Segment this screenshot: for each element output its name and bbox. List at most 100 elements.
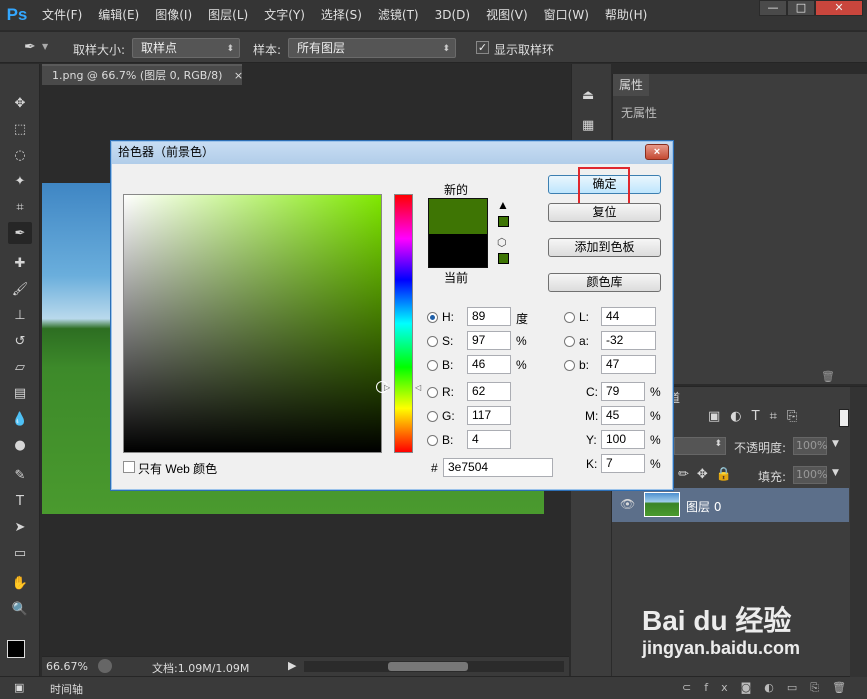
menu-3d[interactable]: 3D(D) [427,0,478,30]
color-libraries-button[interactable]: 颜色库 [548,273,661,292]
sample-select[interactable]: 所有图层 ⬍ [288,38,456,58]
gamut-warning-icon[interactable]: ▲ [497,198,509,212]
hue-slider[interactable] [394,194,413,453]
gamut-color-swatch[interactable] [498,216,509,227]
properties-tab[interactable]: 属性 [613,74,649,96]
r-radio[interactable] [427,387,438,398]
timeline-panel-icon[interactable]: ▣ [14,681,24,694]
a-radio[interactable] [564,336,575,347]
document-tab[interactable]: 1.png @ 66.7% (图层 0, RGB/8) × [42,64,243,85]
menu-window[interactable]: 窗口(W) [536,0,597,30]
status-arrow-icon[interactable]: ▶ [288,659,296,672]
c-field[interactable]: 79 [601,382,645,401]
layer-action-icons[interactable]: ⊂fx◙◐▭⎘🗑 [682,681,859,695]
menu-select[interactable]: 选择(S) [313,0,370,30]
menu-image[interactable]: 图像(I) [147,0,200,30]
r-field[interactable]: 62 [467,382,511,401]
history-icon[interactable]: ⏏ [582,88,594,103]
opacity-field[interactable]: 100% [793,437,827,455]
b-radio[interactable] [564,360,575,371]
clone-stamp-tool-icon[interactable]: ⊥ [8,304,32,326]
menu-filter[interactable]: 滤镜(T) [370,0,427,30]
type-tool-icon[interactable]: T [8,490,32,512]
menu-layer[interactable]: 图层(L) [200,0,256,30]
s-field[interactable]: 97 [467,331,511,350]
layer-name[interactable]: 图层 0 [686,498,721,515]
path-selection-tool-icon[interactable]: ➤ [8,516,32,538]
y-field[interactable]: 100 [601,430,645,449]
brush-tool-icon[interactable]: 🖌 [8,278,32,300]
g-field[interactable]: 117 [467,406,511,425]
crop-tool-icon[interactable]: ⌗ [8,196,32,218]
s-radio[interactable] [427,336,438,347]
foreground-color-swatch[interactable] [7,640,25,658]
rectangle-tool-icon[interactable]: ▭ [8,542,32,564]
fill-field[interactable]: 100% [793,466,827,484]
l-field[interactable]: 44 [601,307,656,326]
menu-help[interactable]: 帮助(H) [597,0,655,30]
zoom-level[interactable]: 66.67% [46,660,88,673]
eyedropper-icon[interactable]: ✒ [24,39,36,55]
dialog-title-bar[interactable]: 拾色器（前景色） [112,142,672,164]
move-tool-icon[interactable]: ✥ [8,92,32,114]
brightness-field[interactable]: 46 [467,355,511,374]
layer-row[interactable]: 👁 图层 0 [612,488,849,522]
new-color-swatch[interactable] [428,198,488,234]
brightness-radio[interactable] [427,360,438,371]
a-field[interactable]: -32 [601,331,656,350]
hue-slider-left-arrow-icon[interactable]: ▷ [384,383,390,392]
eraser-tool-icon[interactable]: ▱ [8,356,32,378]
g-radio[interactable] [427,411,438,422]
current-color-swatch[interactable] [428,234,488,268]
healing-brush-tool-icon[interactable]: ✚ [8,252,32,274]
trash-icon[interactable]: 🗑 [821,370,835,383]
web-safe-color-swatch[interactable] [498,253,509,264]
tab-close-icon[interactable]: × [234,69,243,82]
fill-arrow-icon[interactable]: ▼ [832,468,839,478]
add-to-swatches-button[interactable]: 添加到色板 [548,238,661,257]
eye-icon[interactable]: 👁 [620,497,635,511]
blue-field[interactable]: 4 [467,430,511,449]
hue-slider-right-arrow-icon[interactable]: ◁ [415,383,421,392]
history-brush-tool-icon[interactable]: ↺ [8,330,32,352]
blue-radio[interactable] [427,435,438,446]
lasso-tool-icon[interactable]: ◌ [8,144,32,166]
menu-view[interactable]: 视图(V) [478,0,536,30]
zoom-tool-icon[interactable]: 🔍 [8,598,32,620]
l-radio[interactable] [564,312,575,323]
b-field[interactable]: 47 [601,355,656,374]
horizontal-scrollbar[interactable] [304,661,564,672]
adjustments-icon[interactable]: ▦ [582,118,594,133]
pen-tool-icon[interactable]: ✎ [8,464,32,486]
h-radio[interactable] [427,312,438,323]
m-field[interactable]: 45 [601,406,645,425]
eyedropper-tool-icon[interactable]: ✒ [8,222,32,244]
gradient-tool-icon[interactable]: ▤ [8,382,32,404]
filter-toggle[interactable] [839,409,849,427]
blur-tool-icon[interactable]: 💧 [8,408,32,430]
menu-file[interactable]: 文件(F) [34,0,90,30]
minimize-icon[interactable]: — [759,0,787,16]
sample-size-select[interactable]: 取样点 ⬍ [132,38,240,58]
marquee-tool-icon[interactable]: ⬚ [8,118,32,140]
web-colors-checkbox[interactable] [123,461,135,473]
blend-mode-select[interactable]: ⬍ [674,437,726,455]
preset-dropdown-arrow-icon[interactable]: ▼ [42,42,48,51]
hex-field[interactable]: 3e7504 [443,458,553,477]
status-menu-icon[interactable] [98,659,112,673]
magic-wand-tool-icon[interactable]: ✦ [8,170,32,192]
close-window-icon[interactable]: ✕ [815,0,863,16]
saturation-brightness-field[interactable] [123,194,388,453]
scrollbar-thumb[interactable] [388,662,468,671]
opacity-arrow-icon[interactable]: ▼ [832,439,839,449]
reset-button[interactable]: 复位 [548,203,661,222]
h-field[interactable]: 89 [467,307,511,326]
lock-icons[interactable]: ✏✥🔒 [678,467,740,482]
web-safe-cube-icon[interactable]: ⬡ [497,236,507,249]
timeline-tab[interactable]: 时间轴 [50,681,83,697]
dialog-close-icon[interactable]: × [645,144,669,160]
k-field[interactable]: 7 [601,454,645,473]
show-ring-checkbox[interactable]: ✓ [476,41,489,54]
layer-filter-icons[interactable]: ▣◐T⌗⎘ [708,409,807,424]
maximize-icon[interactable]: □ [787,0,815,16]
